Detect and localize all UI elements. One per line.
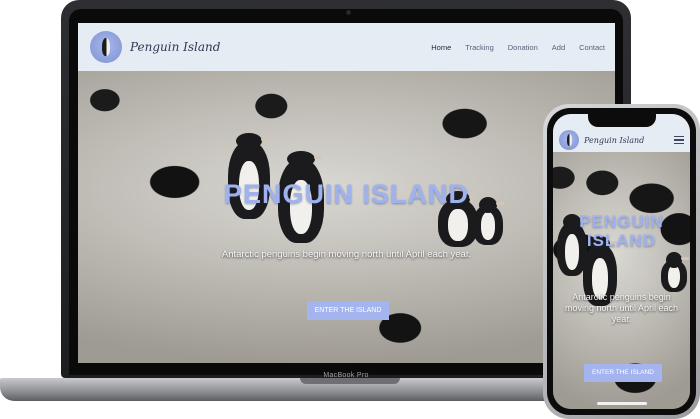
phone-screen: Penguin Island PENGUIN ISLAND Antarctic … <box>553 114 690 409</box>
mobile-enter-island-button[interactable]: ENTER THE ISLAND <box>584 364 662 382</box>
nav-link-contact[interactable]: Contact <box>579 43 605 52</box>
brand-name[interactable]: Penguin Island <box>130 40 220 54</box>
laptop-screen: Penguin Island Home Tracking Donation Ad… <box>78 23 615 363</box>
nav-link-home[interactable]: Home <box>431 43 451 52</box>
hamburger-menu-icon[interactable] <box>674 136 684 144</box>
penguin-logo-icon[interactable] <box>559 130 579 150</box>
nav-link-donation[interactable]: Donation <box>508 43 538 52</box>
penguin-image <box>661 252 690 292</box>
mobile-brand-name[interactable]: Penguin Island <box>584 136 644 145</box>
phone-notch <box>588 114 656 127</box>
penguin-logo-icon[interactable] <box>90 31 122 63</box>
laptop-camera <box>346 10 351 15</box>
mobile-hero-section: PENGUIN ISLAND Antarctic penguins begin … <box>553 152 690 409</box>
site-header: Penguin Island Home Tracking Donation Ad… <box>78 23 615 71</box>
mobile-website: Penguin Island PENGUIN ISLAND Antarctic … <box>553 114 690 409</box>
mobile-hero-title: PENGUIN ISLAND <box>579 212 664 250</box>
nav-link-tracking[interactable]: Tracking <box>465 43 493 52</box>
home-indicator <box>597 402 647 405</box>
hero-section: PENGUIN ISLAND Antarctic penguins begin … <box>78 71 615 363</box>
nav-link-add[interactable]: Add <box>552 43 565 52</box>
hero-title: PENGUIN ISLAND <box>223 179 470 209</box>
enter-island-button[interactable]: ENTER THE ISLAND <box>307 301 389 320</box>
main-nav: Home Tracking Donation Add Contact <box>417 43 605 52</box>
hero-subtitle: Antarctic penguins begin moving north un… <box>221 249 472 260</box>
website: Penguin Island Home Tracking Donation Ad… <box>78 23 615 363</box>
mobile-hero-subtitle: Antarctic penguins begin moving north un… <box>564 292 679 324</box>
